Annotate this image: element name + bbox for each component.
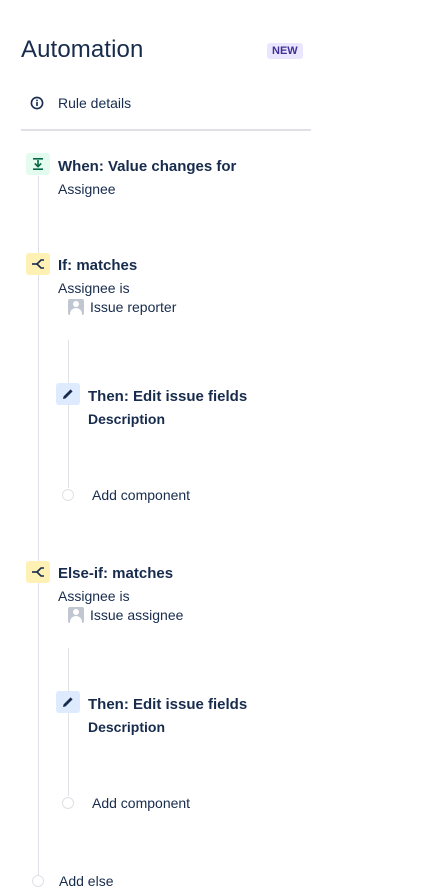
page-title: Automation	[21, 36, 144, 63]
divider	[21, 129, 311, 131]
main-connector-line	[38, 176, 39, 876]
branch-icon	[32, 259, 44, 269]
else-if-action-title[interactable]: Then: Edit issue fields	[88, 696, 247, 713]
if-add-component-label: Add component	[92, 487, 191, 503]
else-if-action-step-icon[interactable]	[56, 691, 80, 713]
branch-icon	[32, 567, 44, 577]
if-condition-user: Issue reporter	[68, 299, 176, 315]
rule-details-label: Rule details	[58, 95, 132, 111]
trigger-step-icon[interactable]	[26, 153, 50, 175]
info-icon	[30, 96, 44, 110]
if-action-step-icon[interactable]	[56, 383, 80, 405]
else-if-add-component-button[interactable]: Add component	[62, 795, 190, 811]
pencil-icon	[63, 389, 73, 399]
avatar	[68, 299, 84, 315]
trigger-title[interactable]: When: Value changes for	[58, 158, 236, 175]
if-action-title[interactable]: Then: Edit issue fields	[88, 388, 247, 405]
add-else-button[interactable]: Add else	[32, 873, 113, 889]
if-condition-step-icon[interactable]	[26, 253, 50, 275]
if-action-field: Description	[88, 411, 166, 427]
trigger-icon	[33, 158, 43, 170]
rule-details-link[interactable]: Rule details	[30, 95, 131, 111]
else-if-action-field: Description	[88, 719, 166, 735]
else-if-branch-connector-line	[68, 648, 69, 796]
add-dot-icon	[32, 875, 44, 887]
if-add-component-button[interactable]: Add component	[62, 487, 190, 503]
else-if-condition-user-label: Issue assignee	[90, 607, 184, 623]
new-badge: NEW	[267, 43, 303, 59]
if-branch-connector-line	[68, 340, 69, 488]
if-condition-user-label: Issue reporter	[90, 299, 177, 315]
else-if-condition-text: Assignee is	[58, 588, 130, 604]
avatar	[68, 607, 84, 623]
add-else-label: Add else	[59, 873, 114, 889]
else-if-condition-step-icon[interactable]	[26, 561, 50, 583]
automation-panel: Automation NEW Rule details When: Value …	[0, 0, 443, 892]
trigger-field: Assignee	[58, 181, 116, 197]
add-dot-icon	[62, 797, 74, 809]
else-if-add-component-label: Add component	[92, 795, 191, 811]
add-dot-icon	[62, 489, 74, 501]
if-condition-text: Assignee is	[58, 280, 130, 296]
pencil-icon	[63, 697, 73, 707]
else-if-condition-title[interactable]: Else-if: matches	[58, 565, 173, 582]
else-if-condition-user: Issue assignee	[68, 607, 183, 623]
if-condition-title[interactable]: If: matches	[58, 257, 137, 274]
